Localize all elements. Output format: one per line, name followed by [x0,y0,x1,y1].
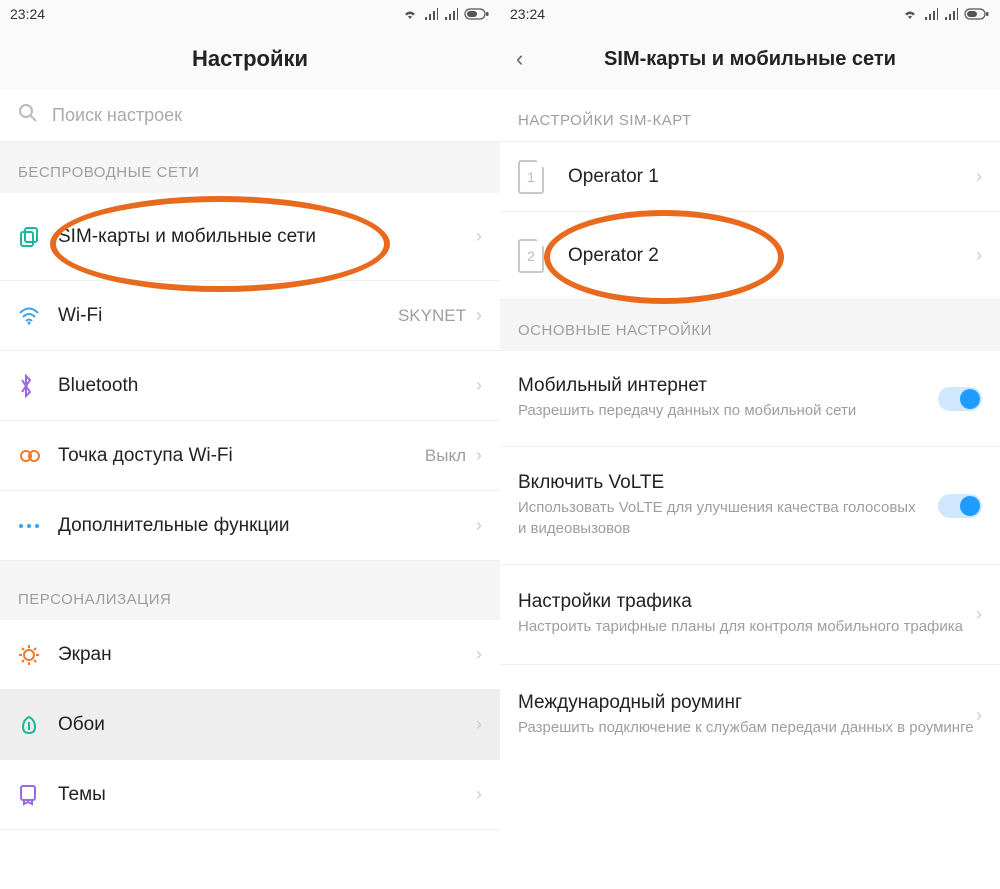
page-title: Настройки [192,46,308,72]
wifi-icon [18,307,58,325]
themes-icon [18,784,58,806]
item-label: Обои [58,713,476,737]
signal-1-icon [424,8,438,20]
item-label: Bluetooth [58,374,476,398]
chevron-right-icon: › [476,644,482,665]
status-time: 23:24 [510,6,545,22]
item-more[interactable]: Дополнительные функции › [0,491,500,561]
item-mobile-internet[interactable]: Мобильный интернет Разрешить передачу да… [500,351,1000,447]
chevron-right-icon: › [476,226,482,247]
sim1-icon: 1 [518,160,558,194]
item-subtitle: Разрешить передачу данных по мобильной с… [518,401,928,421]
hotspot-icon [18,448,58,464]
item-hotspot[interactable]: Точка доступа Wi-Fi Выкл › [0,421,500,491]
chevron-right-icon: › [476,305,482,326]
wifi-icon [402,8,418,20]
header: Настройки [0,28,500,90]
item-label: Экран [58,643,476,667]
toggle-volte[interactable] [938,494,982,518]
header: ‹ SIM-карты и мобильные сети [500,28,1000,90]
chevron-right-icon: › [476,445,482,466]
chevron-right-icon: › [976,705,982,726]
section-main-settings: ОСНОВНЫЕ НАСТРОЙКИ [500,300,1000,351]
item-bluetooth[interactable]: Bluetooth › [0,351,500,421]
item-label: Дополнительные функции [58,514,476,538]
wifi-icon [902,8,918,20]
status-bar: 23:24 [0,0,500,28]
more-icon [18,523,58,529]
signal-2-icon [444,8,458,20]
section-sim-settings: НАСТРОЙКИ SIM-КАРТ [500,90,1000,142]
chevron-right-icon: › [976,166,982,187]
page-title: SIM-карты и мобильные сети [604,48,896,71]
search-icon [18,103,38,128]
battery-icon [464,8,490,20]
toggle-mobile-internet[interactable] [938,387,982,411]
item-subtitle: Использовать VoLTE для улучшения качеств… [518,498,928,539]
status-icons [402,8,490,20]
item-wifi[interactable]: Wi-Fi SKYNET › [0,281,500,351]
item-title: Международный роуминг [518,692,976,714]
item-sim2[interactable]: 2 Operator 2 › [500,212,1000,300]
item-label: Темы [58,783,476,807]
display-icon [18,644,58,666]
item-traffic[interactable]: Настройки трафика Настроить тарифные пла… [500,565,1000,665]
signal-2-icon [944,8,958,20]
signal-1-icon [924,8,938,20]
item-title: Настройки трафика [518,591,976,613]
chevron-right-icon: › [976,604,982,625]
item-value: Выкл [425,446,466,466]
status-bar: 23:24 [500,0,1000,28]
sim2-icon: 2 [518,239,558,273]
item-sim1[interactable]: 1 Operator 1 › [500,142,1000,212]
item-value: SKYNET [398,306,466,326]
sim-number: 2 [527,248,535,264]
item-title: Включить VoLTE [518,472,928,494]
item-subtitle: Настроить тарифные планы для контроля мо… [518,617,976,637]
search-row[interactable]: Поиск настроек [0,90,500,142]
item-label: Operator 1 [568,165,976,189]
item-label: Wi-Fi [58,304,398,328]
wallpaper-icon [18,714,58,736]
search-placeholder: Поиск настроек [52,105,182,126]
item-volte[interactable]: Включить VoLTE Использовать VoLTE для ул… [500,447,1000,565]
section-gap [0,561,500,569]
phone-right: 23:24 ‹ SIM-карты и мобильные сети НАСТР… [500,0,1000,889]
item-subtitle: Разрешить подключение к службам передачи… [518,718,976,738]
item-themes[interactable]: Темы › [0,760,500,830]
chevron-right-icon: › [476,375,482,396]
item-display[interactable]: Экран › [0,620,500,690]
battery-icon [964,8,990,20]
item-label: SIM-карты и мобильные сети [58,225,476,249]
bluetooth-icon [18,374,58,398]
chevron-right-icon: › [476,515,482,536]
item-sim-cards[interactable]: SIM-карты и мобильные сети › [0,193,500,281]
sim-cards-icon [18,226,58,248]
item-title: Мобильный интернет [518,375,928,397]
section-wireless: БЕСПРОВОДНЫЕ СЕТИ [0,142,500,193]
chevron-right-icon: › [476,784,482,805]
chevron-right-icon: › [476,714,482,735]
chevron-right-icon: › [976,245,982,266]
status-time: 23:24 [10,6,45,22]
sim-number: 1 [527,169,535,185]
phone-left: 23:24 Настройки Поиск настроек БЕСПРОВОД… [0,0,500,889]
item-label: Точка доступа Wi-Fi [58,444,425,468]
section-personalization: ПЕРСОНАЛИЗАЦИЯ [0,569,500,620]
item-roaming[interactable]: Международный роуминг Разрешить подключе… [500,665,1000,765]
back-button[interactable]: ‹ [516,46,523,72]
item-wallpaper[interactable]: Обои › [0,690,500,760]
status-icons [902,8,990,20]
item-label: Operator 2 [568,244,976,268]
